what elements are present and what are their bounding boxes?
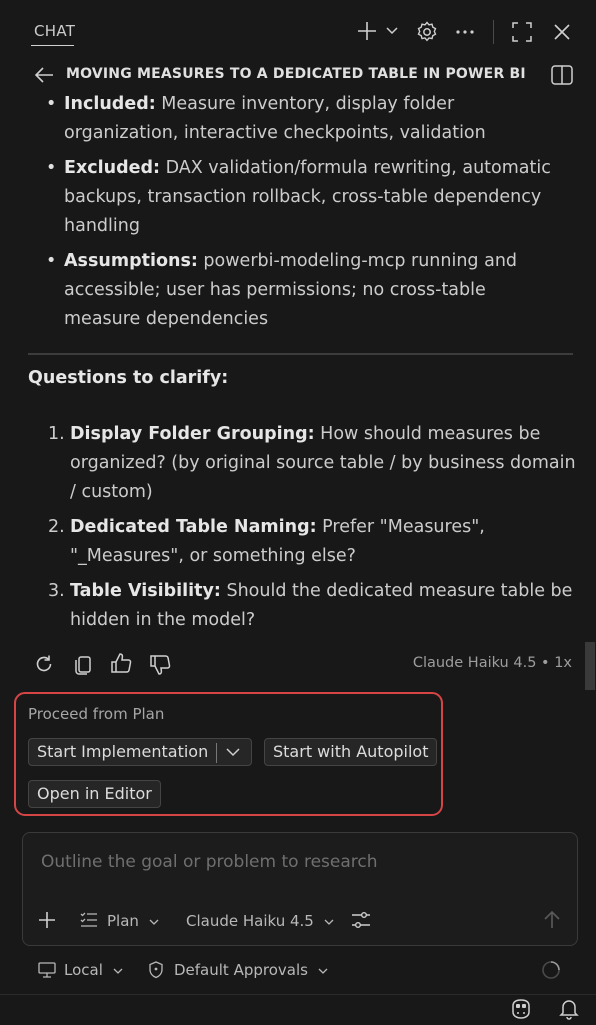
- start-implementation-label: Start Implementation: [37, 742, 209, 761]
- chevron-down-icon: [113, 968, 123, 974]
- monitor-icon: [38, 962, 56, 978]
- plan-list-icon: [80, 912, 98, 928]
- tab-active-indicator: [31, 45, 74, 46]
- gear-icon[interactable]: [415, 20, 439, 44]
- scope-list: Included: Measure inventory, display fol…: [46, 90, 566, 340]
- add-context-icon[interactable]: [38, 911, 56, 929]
- status-bar: [0, 994, 596, 1025]
- back-arrow-icon[interactable]: [34, 66, 54, 84]
- questions-heading: Questions to clarify:: [28, 368, 229, 388]
- model-picker[interactable]: Claude Haiku 4.5: [186, 912, 334, 930]
- question-number: 3.: [48, 581, 65, 601]
- question-label: Display Folder Grouping:: [70, 424, 315, 444]
- header-divider: [493, 20, 494, 44]
- copy-icon[interactable]: [73, 653, 93, 675]
- scope-label: Included:: [64, 94, 156, 114]
- more-icon[interactable]: [455, 24, 475, 40]
- approvals-picker[interactable]: Default Approvals: [174, 961, 328, 979]
- retry-icon[interactable]: [34, 654, 54, 674]
- shield-icon: [148, 961, 164, 979]
- section-divider: [28, 353, 573, 355]
- list-item: Assumptions: powerbi-modeling-mcp runnin…: [46, 247, 566, 334]
- split-separator: [216, 743, 217, 763]
- question-number: 2.: [48, 517, 65, 537]
- list-item: 1. Display Folder Grouping: How should m…: [48, 420, 576, 507]
- chevron-down-icon: [318, 968, 328, 974]
- start-autopilot-button[interactable]: Start with Autopilot: [264, 738, 438, 766]
- list-item: 2. Dedicated Table Naming: Prefer "Measu…: [48, 513, 576, 571]
- chat-input[interactable]: [39, 851, 543, 873]
- bell-icon[interactable]: [559, 998, 579, 1020]
- list-item: Included: Measure inventory, display fol…: [46, 90, 566, 148]
- page-title: MOVING MEASURES TO A DEDICATED TABLE IN …: [66, 66, 526, 82]
- questions-list: 1. Display Folder Grouping: How should m…: [48, 420, 576, 641]
- question-label: Dedicated Table Naming:: [70, 517, 317, 537]
- chevron-down-icon: [149, 919, 159, 925]
- scope-label: Excluded:: [64, 158, 160, 178]
- chevron-down-icon[interactable]: [385, 26, 399, 36]
- close-icon[interactable]: [552, 22, 572, 42]
- question-label: Table Visibility:: [70, 581, 221, 601]
- scope-label: Assumptions:: [64, 251, 198, 271]
- list-item: 3. Table Visibility: Should the dedicate…: [48, 577, 576, 635]
- question-number: 1.: [48, 424, 65, 444]
- panel-icon[interactable]: [551, 65, 573, 85]
- approvals-label: Default Approvals: [174, 961, 308, 979]
- thumbs-up-icon[interactable]: [110, 652, 134, 674]
- thumbs-down-icon[interactable]: [149, 654, 173, 676]
- mode-picker[interactable]: Plan: [107, 912, 159, 930]
- model-label: Claude Haiku 4.5: [186, 912, 314, 930]
- tab-chat[interactable]: CHAT: [34, 22, 75, 40]
- tools-settings-icon[interactable]: [351, 911, 371, 929]
- model-info: Claude Haiku 4.5 • 1x: [412, 655, 572, 671]
- maximize-icon[interactable]: [512, 22, 532, 42]
- session-location-picker[interactable]: Local: [64, 961, 123, 979]
- copilot-icon[interactable]: [509, 998, 533, 1020]
- start-implementation-button[interactable]: Start Implementation: [28, 738, 252, 766]
- open-in-editor-button[interactable]: Open in Editor: [28, 780, 161, 808]
- chevron-down-icon: [324, 919, 334, 925]
- loading-spinner-icon: [541, 960, 561, 980]
- scrollbar-thumb[interactable]: [585, 642, 595, 690]
- session-location-label: Local: [64, 961, 103, 979]
- plus-icon[interactable]: [356, 20, 378, 42]
- mode-label: Plan: [107, 912, 139, 930]
- chevron-down-icon[interactable]: [222, 744, 244, 760]
- list-item: Excluded: DAX validation/formula rewriti…: [46, 154, 566, 241]
- proceed-label: Proceed from Plan: [28, 705, 165, 723]
- send-arrow-icon[interactable]: [542, 910, 562, 930]
